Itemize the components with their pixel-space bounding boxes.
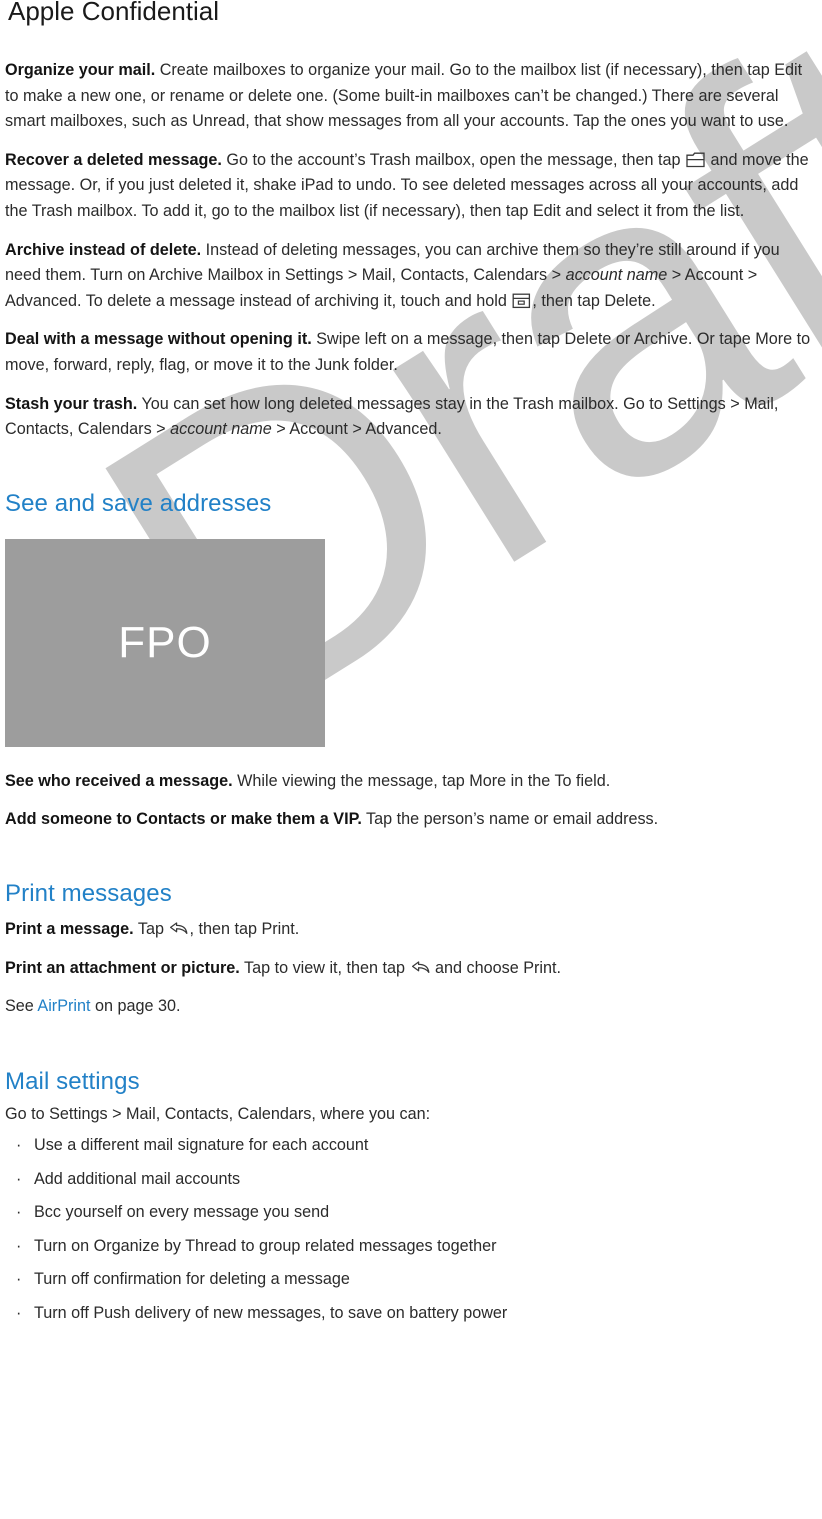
document-page: Draft Apple Confidential Organize your m… <box>0 0 822 1519</box>
bullet-glyph: · <box>16 1236 22 1255</box>
figure-placeholder: FPO <box>5 538 325 747</box>
cross-reference-prefix: See <box>5 997 38 1016</box>
paragraph-text: While viewing the message, tap More in t… <box>232 771 611 790</box>
paragraph-italic-account-name: account name <box>565 266 668 285</box>
paragraph-lead: Organize your mail. <box>5 61 156 79</box>
list-item-label: Use a different mail signature for each … <box>34 1136 369 1155</box>
list-item: · Add additional mail accounts <box>5 1167 817 1191</box>
paragraph-lead: Print a message. <box>5 919 134 938</box>
list-item-label: Turn on Organize by Thread to group rela… <box>34 1236 497 1255</box>
paragraph-airprint-cross-reference: See AirPrint on page 30. <box>5 994 817 1020</box>
link-airprint[interactable]: AirPrint <box>37 997 90 1015</box>
bullet-glyph: · <box>16 1203 22 1222</box>
paragraph-lead: Archive instead of delete. <box>5 240 202 259</box>
paragraph-lead: Add someone to Contacts or make them a V… <box>5 810 362 829</box>
paragraph-print-a-message: Print a message. Tap , then tap Print. <box>5 917 817 943</box>
paragraph-archive-instead-of-delete: Archive instead of delete. Instead of de… <box>5 238 817 315</box>
section-heading-see-and-save-addresses: See and save addresses <box>5 489 272 517</box>
list-item-label: Turn off confirmation for deleting a mes… <box>34 1270 350 1289</box>
paragraph-mail-settings-intro: Go to Settings > Mail, Contacts, Calenda… <box>5 1104 431 1123</box>
section-heading-mail-settings: Mail settings <box>5 1067 140 1095</box>
archive-box-icon <box>512 292 531 309</box>
paragraph-see-who-received: See who received a message. While viewin… <box>5 769 817 795</box>
mail-settings-bullet-list: · Use a different mail signature for each… <box>5 1133 817 1325</box>
paragraph-print-an-attachment: Print an attachment or picture. Tap to v… <box>5 956 817 982</box>
paragraph-organize-your-mail: Organize your mail. Create mailboxes to … <box>5 58 817 135</box>
figure-placeholder-label: FPO <box>118 617 212 667</box>
paragraph-lead: Recover a deleted message. <box>5 150 222 169</box>
paragraph-text-before-icon: Go to the account’s Trash mailbox, open … <box>221 150 685 169</box>
paragraph-stash-your-trash: Stash your trash. You can set how long d… <box>5 392 817 443</box>
paragraph-lead: See who received a message. <box>5 771 233 790</box>
paragraph-text-after-icon: , then tap Print. <box>189 919 300 938</box>
bullet-glyph: · <box>16 1136 22 1155</box>
cross-reference-suffix: on page 30. <box>90 997 181 1016</box>
body-column: Organize your mail. Create mailboxes to … <box>5 58 817 1334</box>
reply-arrow-icon <box>169 920 188 937</box>
list-item: · Turn on Organize by Thread to group rel… <box>5 1234 817 1258</box>
paragraph-deal-with-message: Deal with a message without opening it. … <box>5 327 817 378</box>
paragraph-recover-deleted-message: Recover a deleted message. Go to the acc… <box>5 148 817 225</box>
list-item-label: Add additional mail accounts <box>34 1169 241 1188</box>
bullet-glyph: · <box>16 1270 22 1289</box>
paragraph-text-before-icon: Tap to view it, then tap <box>239 958 410 977</box>
paragraph-text-part3: , then tap Delete. <box>532 291 656 310</box>
paragraph-lead: Print an attachment or picture. <box>5 958 240 977</box>
section-heading-print-messages: Print messages <box>5 879 172 907</box>
bullet-glyph: · <box>16 1303 22 1322</box>
list-item: · Turn off Push delivery of new messages,… <box>5 1301 817 1325</box>
list-item-label: Bcc yourself on every message you send <box>34 1203 330 1222</box>
list-item-label: Turn off Push delivery of new messages, … <box>34 1303 508 1322</box>
paragraph-text-after-icon: and choose Print. <box>430 958 562 977</box>
list-item: · Bcc yourself on every message you send <box>5 1200 817 1224</box>
paragraph-lead: Deal with a message without opening it. <box>5 330 312 349</box>
list-item: · Turn off confirmation for deleting a me… <box>5 1267 817 1291</box>
paragraph-text: Tap the person’s name or email address. <box>361 810 659 829</box>
paragraph-italic-account-name: account name <box>170 420 272 439</box>
bullet-glyph: · <box>16 1169 22 1188</box>
reply-arrow-icon <box>411 959 430 976</box>
mailbox-folder-icon <box>686 151 705 168</box>
paragraph-text-part2: > Account > Advanced. <box>271 420 442 439</box>
list-item: · Use a different mail signature for each… <box>5 1133 817 1157</box>
apple-confidential-header: Apple Confidential <box>8 0 220 26</box>
paragraph-text-before-icon: Tap <box>133 919 169 938</box>
paragraph-add-someone-to-contacts: Add someone to Contacts or make them a V… <box>5 807 817 833</box>
paragraph-lead: Stash your trash. <box>5 394 138 413</box>
